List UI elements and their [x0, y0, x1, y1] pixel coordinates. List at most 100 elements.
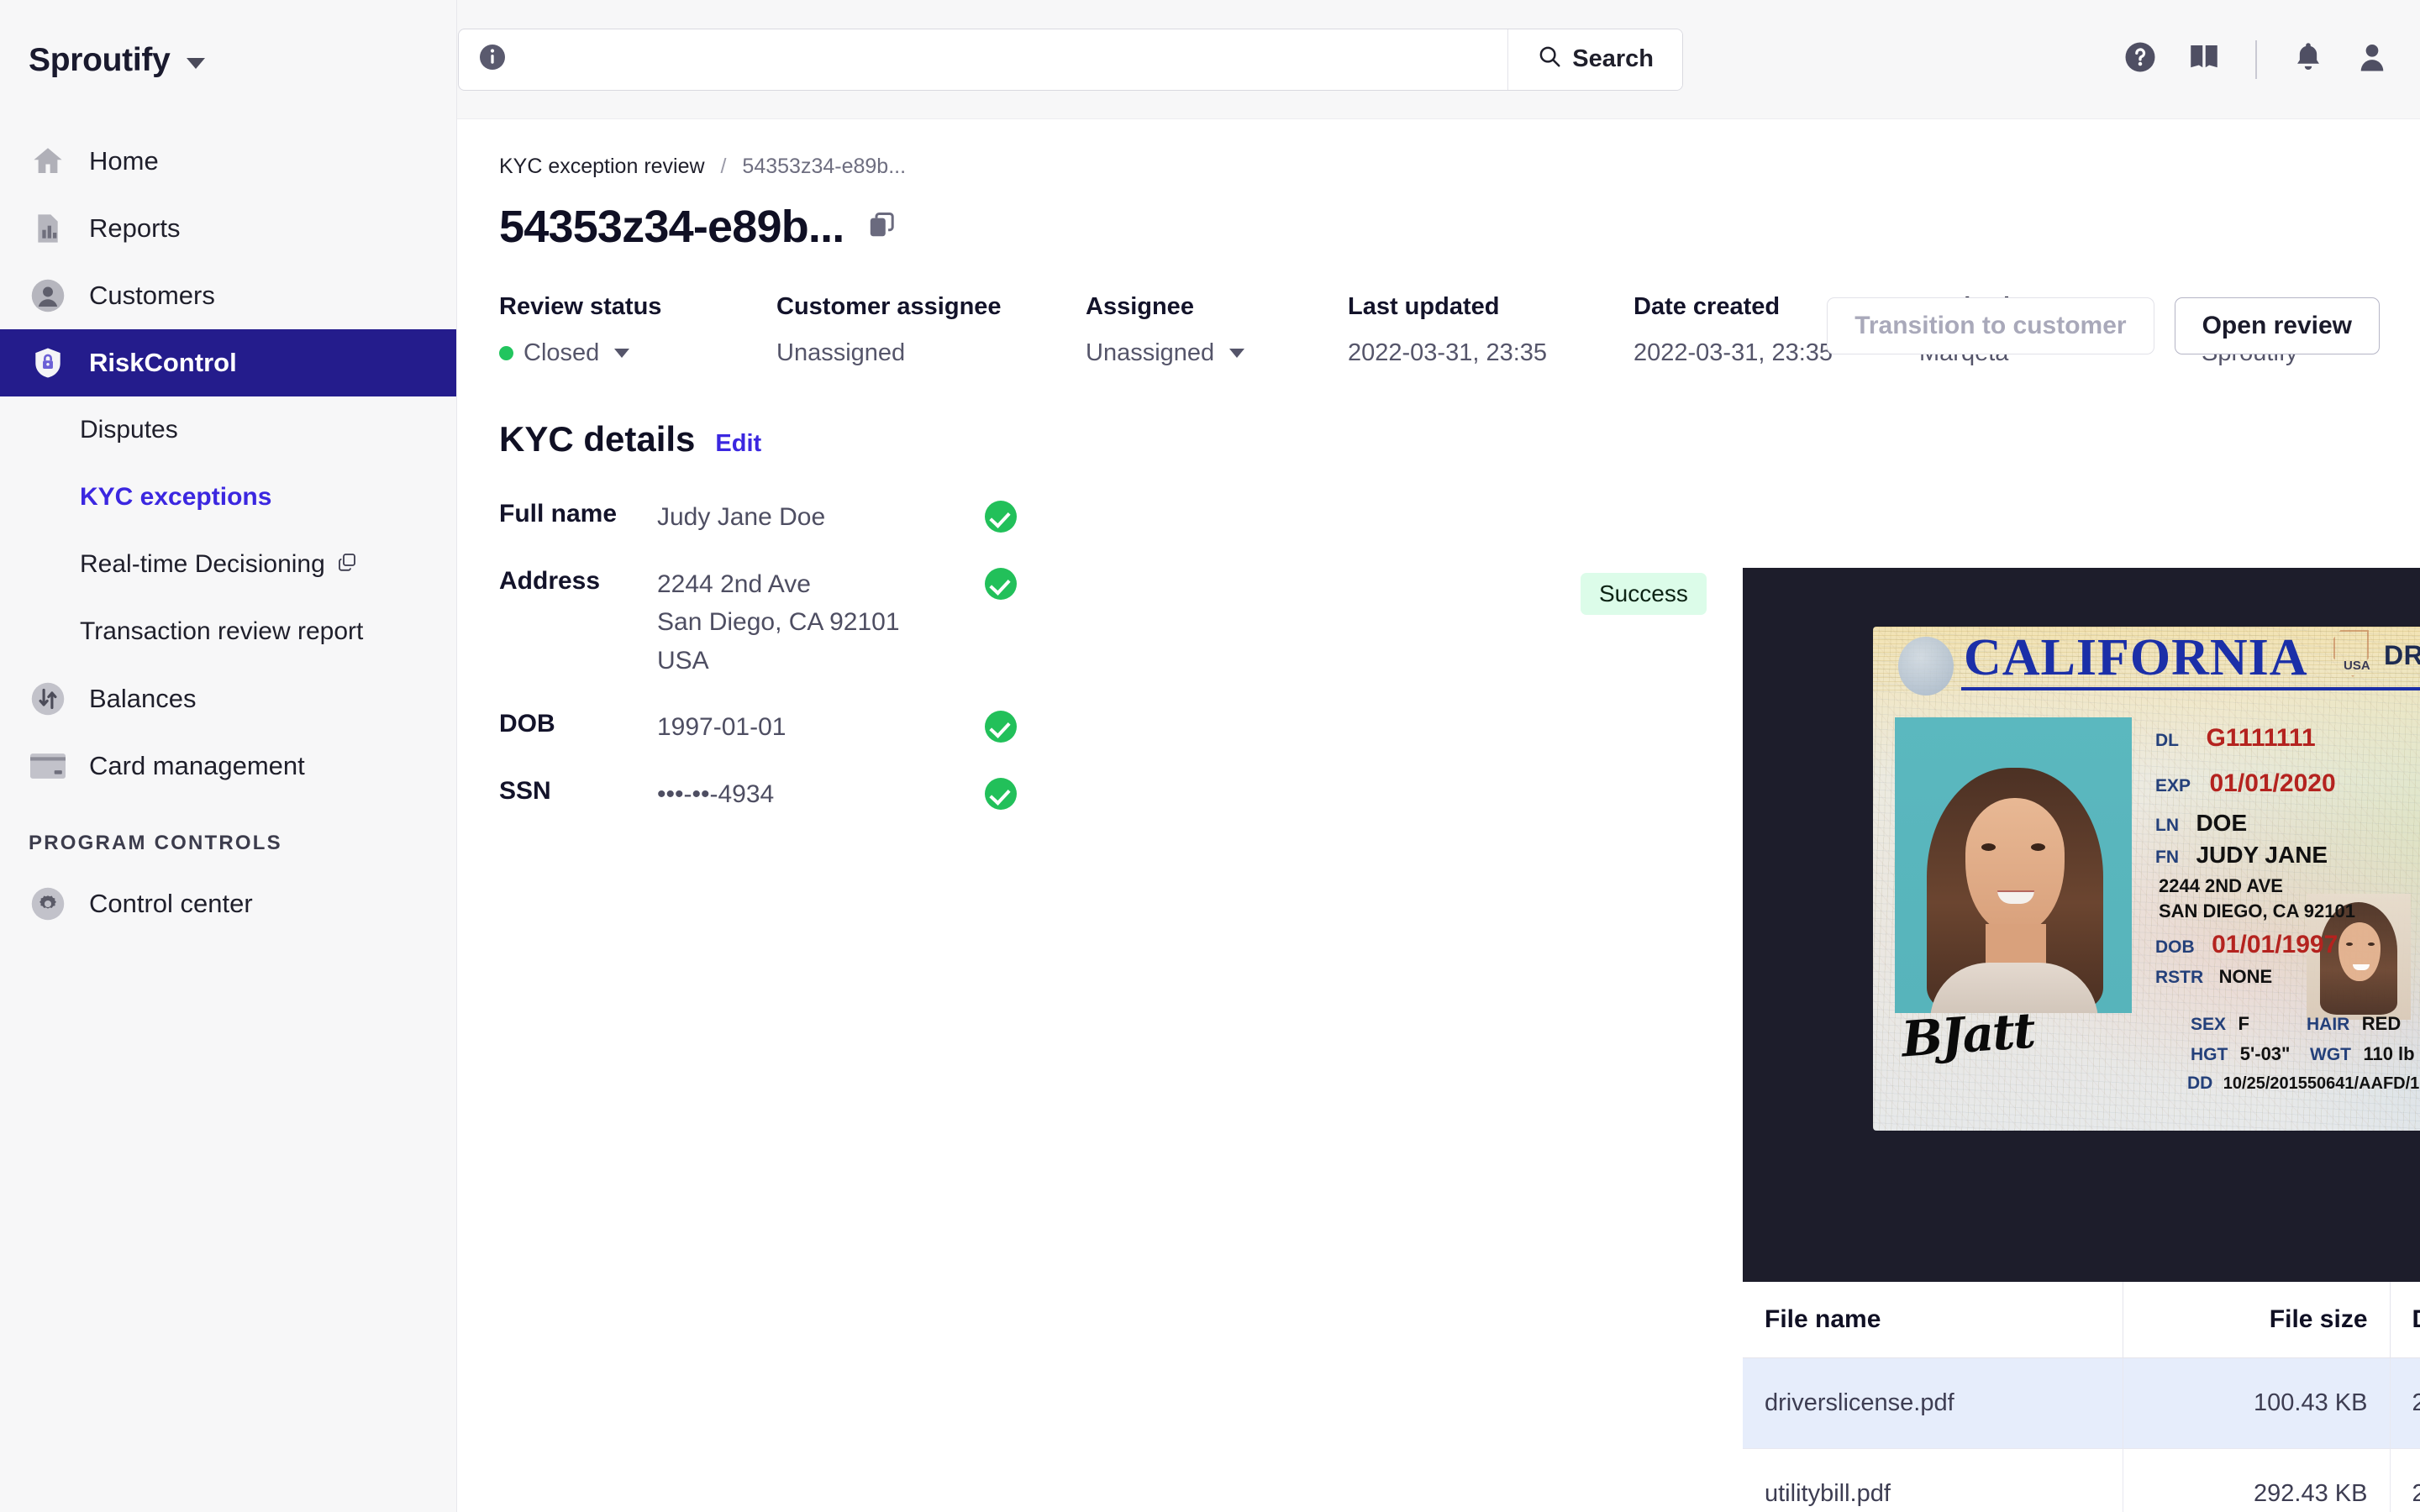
kyc-value: 2244 2nd Ave San Diego, CA 92101 USA [657, 565, 985, 680]
license-address-line1: 2244 2ND AVE [2159, 875, 2283, 897]
meta-label: Last updated [1348, 293, 1634, 321]
license-dl-number: G1111111 [2206, 724, 2315, 752]
meta-last-updated: Last updated 2022-03-31, 23:35 [1348, 293, 1634, 367]
license-hair-row: HAIR RED [2307, 1013, 2401, 1035]
help-icon[interactable] [2123, 39, 2158, 79]
kyc-key: Address [499, 565, 657, 596]
kyc-key: SSN [499, 775, 657, 806]
table-row[interactable]: utilitybill.pdf 292.43 KB 2021-01-11, 12… [1743, 1449, 2420, 1512]
breadcrumb: KYC exception review / 54353z34-e89b... [457, 119, 2420, 179]
kyc-value: 1997-01-01 [657, 708, 985, 747]
meta-value-text: Unassigned [1086, 339, 1214, 367]
meta-label: Review status [499, 293, 776, 321]
sidebar: Sproutify Home Reports Customers [0, 0, 457, 1512]
brand-name: Sproutify [29, 42, 170, 79]
kyc-key: DOB [499, 708, 657, 738]
breadcrumb-parent[interactable]: KYC exception review [499, 155, 705, 178]
sidebar-item-disputes[interactable]: Disputes [0, 396, 456, 464]
bell-icon[interactable] [2291, 39, 2326, 79]
sidebar-subitem-label: KYC exceptions [80, 483, 271, 512]
license-ln-row: LN DOE [2155, 810, 2247, 837]
title-row: 54353z34-e89b... [457, 179, 2420, 253]
topbar-icon-group [2123, 39, 2390, 79]
license-fn-label: FN [2155, 848, 2179, 867]
license-exp-label: EXP [2155, 776, 2191, 795]
customers-icon [29, 276, 67, 315]
kyc-row-full-name: Full name Judy Jane Doe [499, 498, 2420, 537]
license-dl-label: DL [2155, 731, 2179, 750]
license-state: CALIFORNIA [1964, 632, 2308, 684]
document-viewer[interactable]: CALIFORNIA USA DRIVER LICENSE BJatt [1743, 568, 2420, 1282]
license-hair-label: HAIR [2307, 1015, 2349, 1034]
license-exp-value: 01/01/2020 [2209, 769, 2335, 797]
report-icon [29, 209, 67, 248]
copy-icon[interactable] [866, 210, 897, 244]
column-header-file-name[interactable]: File name [1743, 1282, 2123, 1358]
sidebar-subitem-label: Transaction review report [80, 617, 363, 646]
main-area: Search KYC e [457, 0, 2420, 1512]
status-badge: Success [1581, 573, 1707, 615]
gear-icon [29, 885, 67, 923]
verified-check-icon [985, 711, 1017, 743]
sidebar-item-label: Customers [89, 281, 215, 311]
cell-file-name: utilitybill.pdf [1743, 1449, 2123, 1512]
sidebar-item-label: Card management [89, 751, 305, 781]
sidebar-item-real-time-decisioning[interactable]: Real-time Decisioning [0, 531, 456, 598]
meta-label: Assignee [1086, 293, 1348, 321]
sidebar-item-home[interactable]: Home [0, 128, 456, 195]
search-field-wrap[interactable] [459, 29, 1508, 90]
search-input[interactable] [521, 46, 1489, 73]
kyc-details-header: KYC details Edit [457, 367, 2420, 459]
kyc-value: Judy Jane Doe [657, 498, 985, 537]
license-hgt-value: 5'-03" [2240, 1043, 2291, 1064]
license-hair-value: RED [2362, 1013, 2401, 1034]
cell-date-uploaded: 2021-01-11, 12:11 [2390, 1449, 2420, 1512]
license-dd-label: DD [2187, 1074, 2212, 1093]
search-button-label: Search [1572, 45, 1654, 73]
sidebar-item-kyc-exceptions[interactable]: KYC exceptions [0, 464, 456, 531]
license-wgt-label: WGT [2310, 1045, 2351, 1064]
brand-switcher[interactable]: Sproutify [0, 0, 456, 79]
meta-value-assignee[interactable]: Unassigned [1086, 339, 1348, 367]
chevron-down-icon [614, 349, 629, 358]
primary-nav: Home Reports Customers RiskControl [0, 128, 456, 937]
info-icon [477, 42, 508, 76]
meta-value-review-status[interactable]: Closed [499, 339, 776, 367]
column-header-date-uploaded[interactable]: Date uploaded [2390, 1282, 2420, 1358]
license-hgt-label: HGT [2191, 1045, 2228, 1064]
verified-check-icon [985, 778, 1017, 810]
sidebar-section-program-controls: PROGRAM CONTROLS [0, 800, 456, 870]
sidebar-item-riskcontrol[interactable]: RiskControl [0, 329, 456, 396]
license-exp-row: EXP 01/01/2020 [2155, 769, 2336, 798]
column-header-file-size[interactable]: File size [2123, 1282, 2390, 1358]
license-fn-value: JUDY JANE [2196, 842, 2328, 868]
sidebar-subitem-label: Real-time Decisioning [80, 550, 325, 579]
sidebar-item-control-center[interactable]: Control center [0, 870, 456, 937]
license-dl-row: DL G1111111 [2155, 724, 2316, 753]
user-icon[interactable] [2354, 39, 2390, 79]
sidebar-item-balances[interactable]: Balances [0, 665, 456, 732]
cell-file-size: 292.43 KB [2123, 1449, 2390, 1512]
search-icon [1537, 44, 1562, 76]
sidebar-item-customers[interactable]: Customers [0, 262, 456, 329]
license-fn-row: FN JUDY JANE [2155, 842, 2328, 869]
license-wgt-row: WGT 110 lb [2310, 1043, 2415, 1065]
meta-value-text: 2022-03-31, 23:35 [1634, 339, 1833, 367]
breadcrumb-current: 54353z34-e89b... [742, 155, 906, 178]
table-row[interactable]: driverslicense.pdf 100.43 KB 2021-01-12,… [1743, 1358, 2420, 1449]
external-link-icon [337, 550, 357, 579]
license-dob-value: 01/01/1997 [2212, 931, 2338, 958]
sidebar-subitem-label: Disputes [80, 416, 178, 444]
open-review-button[interactable]: Open review [2175, 297, 2380, 354]
meta-customer-assignee: Customer assignee Unassigned [776, 293, 1086, 367]
sidebar-item-reports[interactable]: Reports [0, 195, 456, 262]
transition-to-customer-button[interactable]: Transition to customer [1827, 297, 2154, 354]
sidebar-item-label: Balances [89, 684, 197, 714]
sidebar-item-transaction-review-report[interactable]: Transaction review report [0, 598, 456, 665]
table-header-row: File name File size Date uploaded [1743, 1282, 2420, 1358]
meta-assignee: Assignee Unassigned [1086, 293, 1348, 367]
book-icon[interactable] [2186, 39, 2222, 79]
sidebar-item-card-management[interactable]: Card management [0, 732, 456, 800]
kyc-edit-link[interactable]: Edit [715, 430, 761, 458]
search-button[interactable]: Search [1508, 29, 1682, 90]
